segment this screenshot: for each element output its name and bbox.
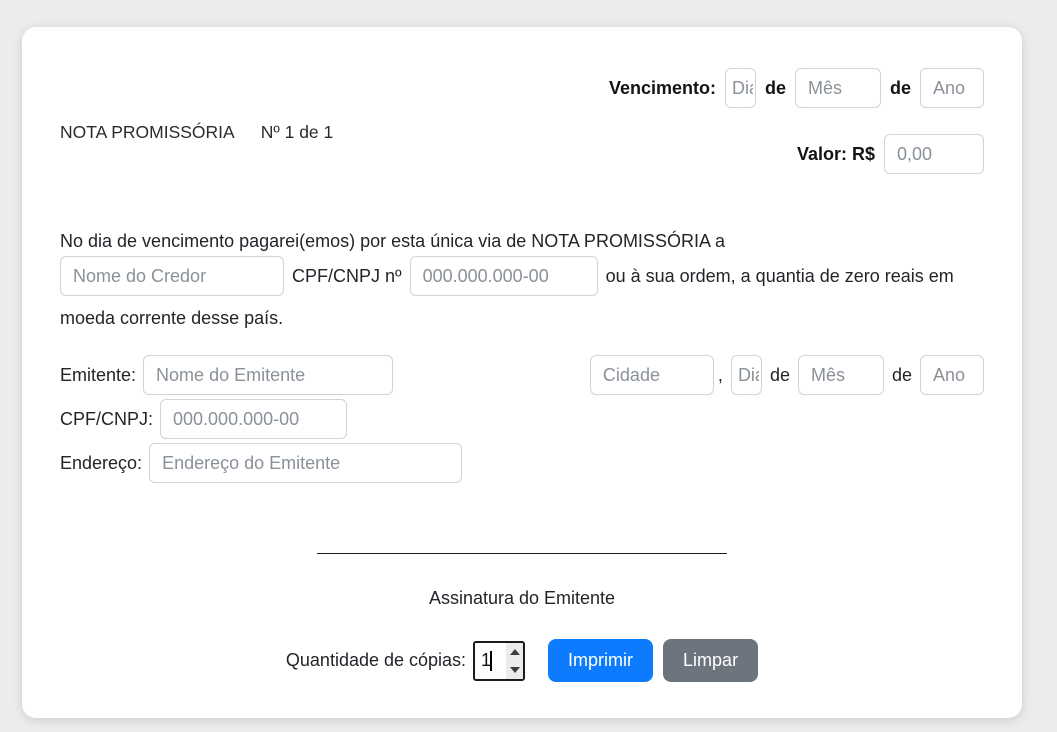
issuer-cpf-input[interactable] [160,399,347,439]
issuer-cpf-label: CPF/CNPJ: [60,409,153,430]
city-date-group: , de de [590,355,984,395]
clear-button[interactable]: Limpar [663,639,758,682]
issuer-address-input[interactable] [149,443,462,483]
text-caret [490,651,492,671]
value-input[interactable] [884,134,984,174]
issuer-name-row: Emitente: , de de [60,355,984,395]
creditor-cpf-label: CPF/CNPJ nº [292,266,402,287]
due-day-input[interactable] [725,68,756,108]
stepper-up-button[interactable] [506,643,523,661]
promise-line-2: CPF/CNPJ nº ou à sua ordem, a quantia de… [60,256,984,296]
note-number: Nº 1 de 1 [261,122,334,142]
copies-label: Quantidade de cópias: [286,650,466,671]
note-title-text: NOTA PROMISSÓRIA [60,122,235,142]
stepper-down-button[interactable] [506,661,523,679]
creditor-name-input[interactable] [60,256,284,296]
city-input[interactable] [590,355,714,395]
issuer-section: Emitente: , de de CPF/CNPJ: Endereço: [60,355,984,483]
issue-de-label-1: de [770,365,790,386]
issue-de-label-2: de [892,365,912,386]
arrow-up-icon [510,649,520,655]
creditor-cpf-input[interactable] [410,256,598,296]
print-button[interactable]: Imprimir [548,639,653,682]
issuer-name-input[interactable] [143,355,393,395]
issuer-address-row: Endereço: [60,443,984,483]
issuer-cpf-row: CPF/CNPJ: [60,399,984,439]
issuer-address-label: Endereço: [60,453,142,474]
issue-year-input[interactable] [920,355,984,395]
due-de-label-1: de [765,78,786,99]
arrow-down-icon [510,667,520,673]
issue-day-input[interactable] [731,355,762,395]
promise-line-2-tail: ou à sua ordem, a quantia de zero reais … [606,266,954,287]
comma-separator: , [718,365,723,386]
issuer-label: Emitente: [60,365,136,386]
signature-caption: Assinatura do Emitente [60,588,984,609]
issue-month-input[interactable] [798,355,884,395]
signature-line [317,553,727,554]
promissory-note-card: Vencimento: de de Valor: R$ NOTA PROMISS… [22,27,1022,718]
copies-stepper[interactable] [473,641,525,681]
due-date-row: Vencimento: de de [60,68,984,108]
promise-line-3: moeda corrente desse país. [60,305,984,332]
note-header: Vencimento: de de Valor: R$ NOTA PROMISS… [60,68,984,174]
due-month-input[interactable] [795,68,881,108]
due-de-label-2: de [890,78,911,99]
footer-controls: Quantidade de cópias: Imprimir Limpar [60,639,984,682]
due-date-label: Vencimento: [609,78,716,99]
promise-line-1: No dia de vencimento pagarei(emos) por e… [60,228,984,255]
stepper-spinner [506,643,523,679]
promise-paragraph: No dia de vencimento pagarei(emos) por e… [60,228,984,332]
value-label: Valor: R$ [797,144,875,165]
due-year-input[interactable] [920,68,984,108]
note-title: NOTA PROMISSÓRIA Nº 1 de 1 [60,122,333,143]
